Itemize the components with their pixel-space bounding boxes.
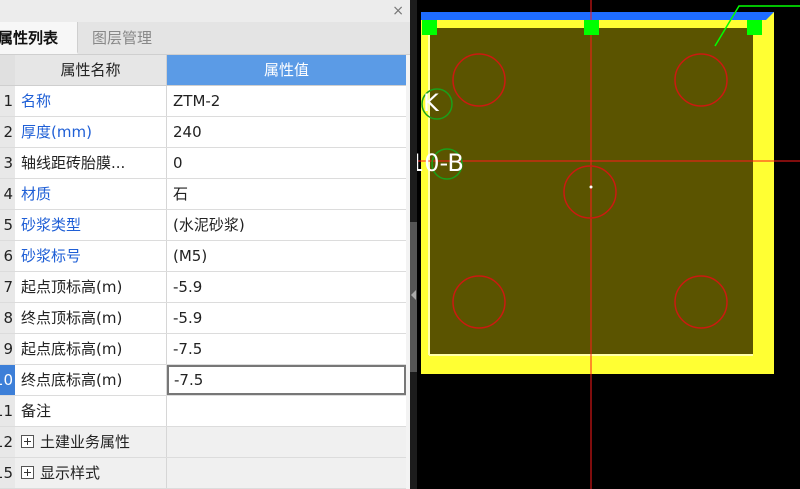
table-group-row[interactable]: 12 土建业务属性 — [0, 427, 406, 458]
row-number: 11 — [0, 396, 16, 426]
grip-handle[interactable] — [747, 20, 762, 35]
property-name: 材质 — [15, 179, 167, 209]
row-number: 7 — [0, 272, 16, 302]
property-name: 起点顶标高(m) — [15, 272, 167, 302]
table-row[interactable]: 6 砂浆标号 (M5) — [0, 241, 406, 272]
grip-handle[interactable] — [584, 20, 599, 35]
property-value[interactable]: -5.9 — [167, 303, 406, 333]
cad-view[interactable] — [417, 0, 800, 489]
property-value[interactable]: 0 — [167, 148, 406, 178]
table-row[interactable]: 8 终点顶标高(m) -5.9 — [0, 303, 406, 334]
table-row-selected[interactable]: 10 终点底标高(m) -7.5 — [0, 365, 406, 396]
drawing-canvas[interactable]: K 10-B — [417, 0, 800, 489]
property-name: 轴线距砖胎膜... — [15, 148, 167, 178]
property-name: 砂浆类型 — [15, 210, 167, 240]
property-value[interactable]: 石 — [167, 179, 406, 209]
grid-header: 属性名称 属性值 — [0, 55, 406, 86]
row-number: 8 — [0, 303, 16, 333]
row-number: 5 — [0, 210, 16, 240]
property-value[interactable]: (水泥砂浆) — [167, 210, 406, 240]
row-number: 4 — [0, 179, 16, 209]
property-value[interactable] — [167, 396, 406, 426]
center-point — [589, 185, 593, 189]
property-name: 厚度(mm) — [15, 117, 167, 147]
property-value-editor[interactable]: -7.5 — [167, 365, 406, 395]
column-header-name[interactable]: 属性名称 — [15, 55, 167, 85]
row-number: 6 — [0, 241, 16, 271]
row-number: 12 — [0, 427, 16, 457]
group-value — [167, 427, 406, 457]
row-number: 15 — [0, 458, 16, 488]
group-name: 土建业务属性 — [15, 427, 167, 457]
row-number: 10 — [0, 365, 16, 395]
collapse-arrow-icon[interactable] — [411, 290, 416, 300]
property-value[interactable]: -7.5 — [167, 334, 406, 364]
table-row[interactable]: 4 材质 石 — [0, 179, 406, 210]
grip-handle[interactable] — [422, 20, 437, 35]
table-row[interactable]: 2 厚度(mm) 240 — [0, 117, 406, 148]
group-label: 显示样式 — [40, 464, 101, 482]
property-name: 备注 — [15, 396, 167, 426]
table-group-row[interactable]: 15 显示样式 — [0, 458, 406, 489]
property-value[interactable]: -5.9 — [167, 272, 406, 302]
tab-attribute-list[interactable]: 属性列表 — [0, 22, 78, 54]
table-row[interactable]: 9 起点底标高(m) -7.5 — [0, 334, 406, 365]
table-row[interactable]: 11 备注 — [0, 396, 406, 427]
row-number: 2 — [0, 117, 16, 147]
column-header-value[interactable]: 属性值 — [167, 55, 406, 85]
table-row[interactable]: 5 砂浆类型 (水泥砂浆) — [0, 210, 406, 241]
panel-title-bar: × — [0, 0, 410, 23]
property-name: 终点底标高(m) — [15, 365, 167, 395]
expand-plus-icon[interactable] — [21, 466, 34, 479]
panel-tabs: 属性列表 图层管理 — [0, 22, 410, 55]
property-value[interactable]: ZTM-2 — [167, 86, 406, 116]
row-number: 1 — [0, 86, 16, 116]
expand-plus-icon[interactable] — [21, 435, 34, 448]
tab-layer-management[interactable]: 图层管理 — [82, 22, 170, 54]
property-name: 终点顶标高(m) — [15, 303, 167, 333]
group-name: 显示样式 — [15, 458, 167, 488]
property-value[interactable]: (M5) — [167, 241, 406, 271]
row-number: 9 — [0, 334, 16, 364]
group-label: 土建业务属性 — [40, 433, 131, 451]
property-name: 名称 — [15, 86, 167, 116]
property-name: 起点底标高(m) — [15, 334, 167, 364]
close-icon[interactable]: × — [392, 2, 404, 20]
table-row[interactable]: 1 名称 ZTM-2 — [0, 86, 406, 117]
row-number-header — [0, 55, 16, 85]
group-value — [167, 458, 406, 488]
properties-panel: × 属性列表 图层管理 属性名称 属性值 1 名称 ZTM-2 2 厚度(mm)… — [0, 0, 410, 489]
table-row[interactable]: 7 起点顶标高(m) -5.9 — [0, 272, 406, 303]
row-number: 3 — [0, 148, 16, 178]
property-value[interactable]: 240 — [167, 117, 406, 147]
table-row[interactable]: 3 轴线距砖胎膜... 0 — [0, 148, 406, 179]
axis-label-10b: 10-B — [417, 149, 464, 177]
selected-top-edge[interactable] — [421, 12, 774, 20]
property-name: 砂浆标号 — [15, 241, 167, 271]
axis-label-k: K — [423, 89, 439, 117]
